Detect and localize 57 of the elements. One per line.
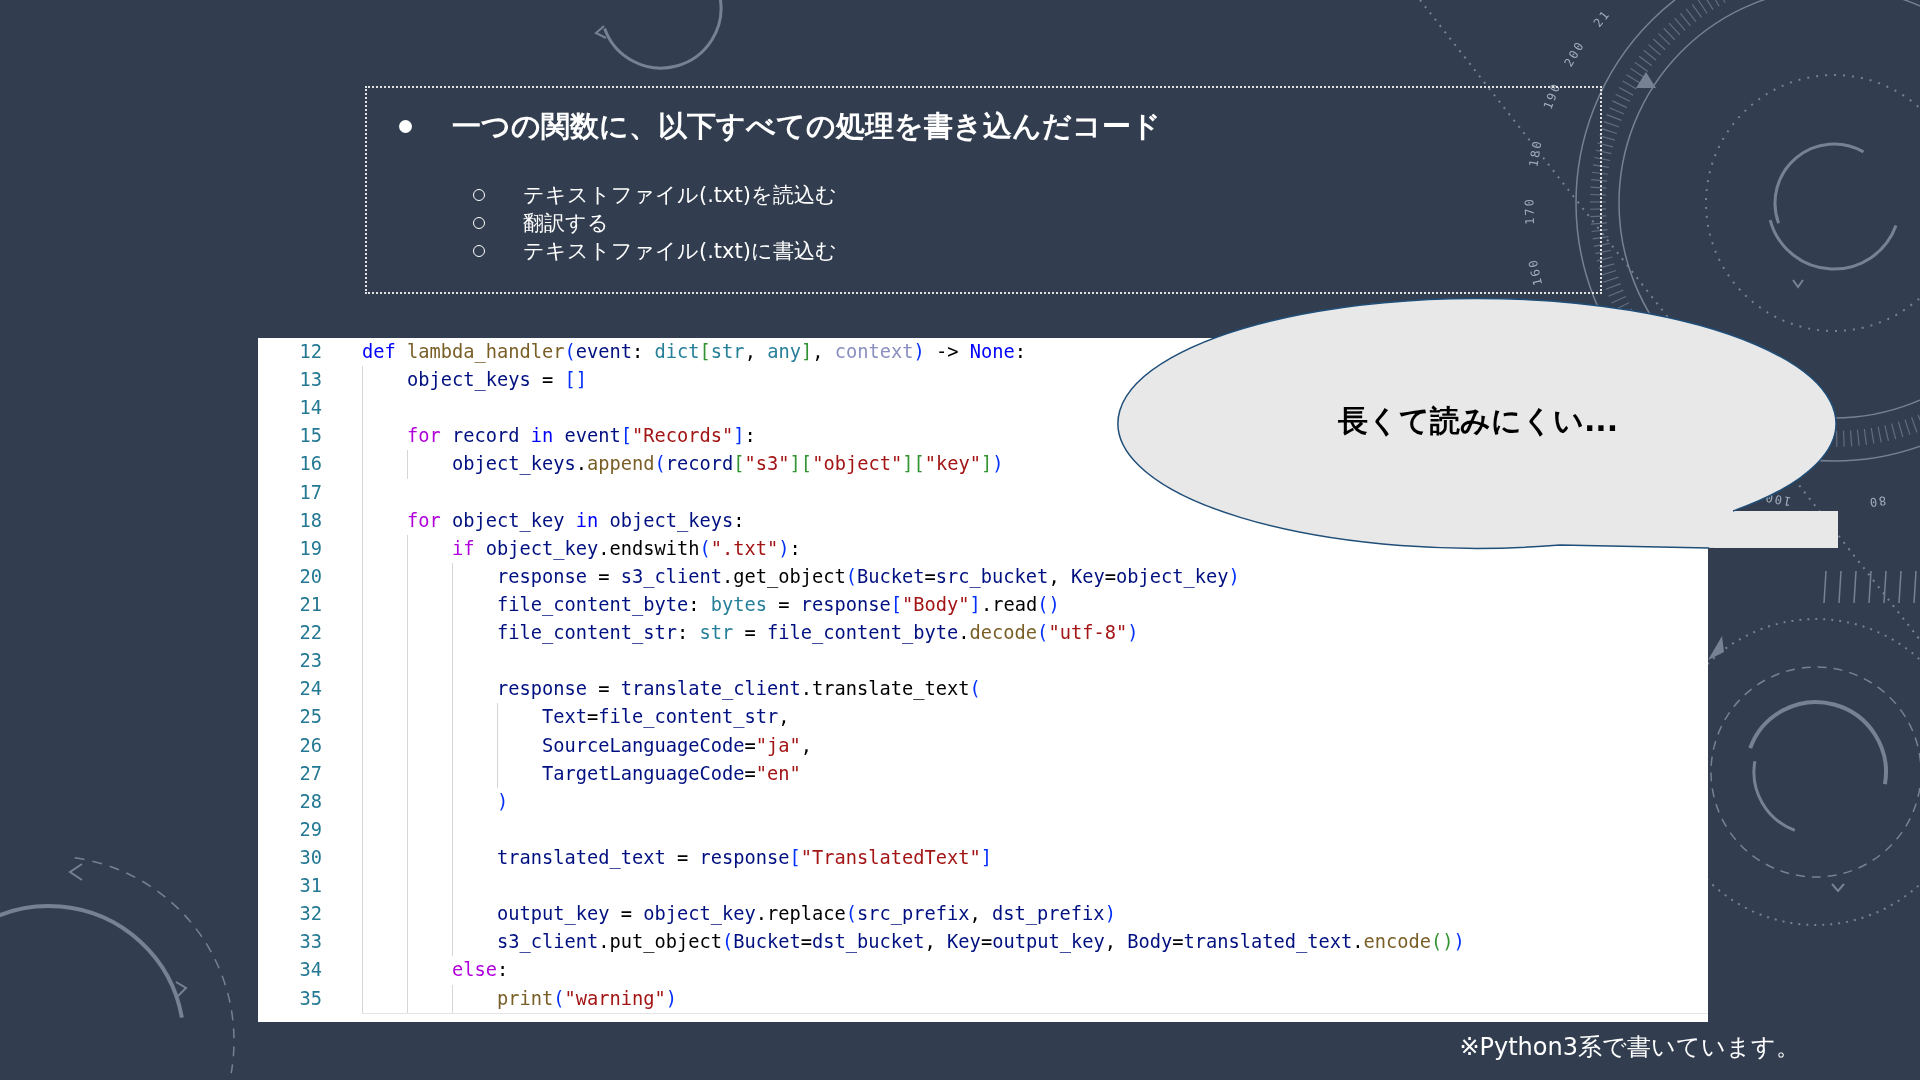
line-number: 20 (299, 565, 322, 587)
line-number: 26 (299, 734, 322, 756)
line-number: 22 (299, 622, 322, 644)
line-number: 29 (299, 818, 322, 840)
line-number: 14 (299, 397, 322, 419)
line-number: 34 (299, 959, 322, 981)
code-line: print("warning") (497, 986, 678, 1011)
dial-scale-number: 80 (1866, 493, 1888, 510)
line-number: 30 (299, 846, 322, 868)
code-line: def lambda_handler(event: dict[str, any], context) -> None: (362, 340, 1026, 365)
line-number: 35 (299, 987, 322, 1009)
code-line: SourceLanguageCode="ja", (542, 733, 813, 758)
line-number: 15 (299, 425, 322, 447)
code-line: Text=file_content_str, (542, 705, 790, 730)
code-line: for record in event["Records"]: (407, 424, 756, 449)
dial-scale-number: 160 (1525, 256, 1546, 287)
code-line: TargetLanguageCode="en" (542, 761, 801, 786)
line-number: 23 (299, 650, 322, 672)
code-line: translated_text = response["TranslatedText"] (497, 845, 993, 871)
line-number: 13 (299, 369, 322, 391)
code-line: s3_client.put_object(Bucket=dst_bucket, Key=output_key, Body=translated_text.encode()) (497, 930, 1465, 955)
code-line: else: (452, 958, 509, 983)
dial-scale-number: 190 (1540, 80, 1564, 112)
code-line: if object_key.endswith(".txt"): (452, 536, 801, 562)
code-line: response = s3_client.get_object(Bucket=src_bucket, Key=object_key) (497, 564, 1240, 590)
line-number: 12 (299, 341, 322, 362)
dial-scale-number: 170 (1522, 197, 1537, 226)
line-number: 21 (299, 594, 322, 615)
line-number: 16 (299, 453, 322, 475)
line-number: 31 (299, 875, 322, 897)
line-number: 24 (299, 678, 322, 700)
summary-item: テキストファイル(.txt)に書込む (523, 238, 837, 265)
dial-scale-number: 180 (1526, 138, 1545, 168)
line-number: 32 (299, 903, 322, 925)
summary-item: 翻訳する (523, 210, 609, 237)
speech-bubble-text: 長くて読みにくい... (1337, 402, 1619, 440)
code-line: ) (497, 789, 509, 814)
code-line: object_keys = [] (407, 368, 588, 393)
bullet-icon (399, 119, 412, 133)
line-number: 27 (299, 762, 322, 784)
footnote-text: ※Python3系で書いています。 (1459, 1032, 1800, 1063)
dial-scale-number: 21 (1590, 6, 1614, 30)
summary-title: 一つの関数に、以下すべての処理を書き込んだコード (452, 108, 1161, 144)
summary-item: テキストファイル(.txt)を読込む (523, 182, 837, 209)
code-line: file_content_byte: bytes = response["Body"].read() (497, 593, 1060, 618)
dial-scale-number: 200 (1561, 38, 1588, 70)
line-number: 28 (299, 790, 322, 812)
line-number: 17 (299, 481, 322, 503)
line-number: 18 (299, 509, 322, 531)
code-line: file_content_str: str = file_content_byte.decode("utf-8") (497, 621, 1139, 646)
code-line: object_keys.append(record["s3"]["object"]["key"]) (452, 452, 1004, 477)
code-line: response = translate_client.translate_text( (497, 677, 981, 702)
code-line: for object_key in object_keys: (407, 508, 745, 534)
code-line: output_key = object_key.replace(src_prefix, dst_prefix) (497, 902, 1116, 927)
line-number: 19 (299, 537, 322, 559)
line-number: 25 (299, 706, 322, 728)
line-number: 33 (299, 931, 322, 953)
